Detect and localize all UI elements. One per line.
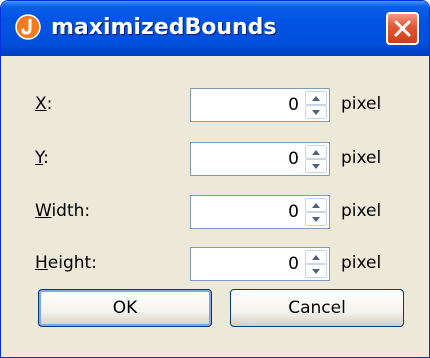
height-spin-up-button[interactable] xyxy=(305,250,327,264)
height-label-mnemonic: H xyxy=(35,253,48,273)
width-spin-up-button[interactable] xyxy=(305,198,327,212)
y-label-mnemonic: Y xyxy=(35,148,44,168)
spin-up-arrow-icon xyxy=(312,96,320,101)
x-spin-down-button[interactable] xyxy=(305,105,327,119)
close-button[interactable] xyxy=(386,12,419,45)
y-spin-down-button[interactable] xyxy=(305,159,327,173)
height-label-rest: eight: xyxy=(47,253,97,273)
spin-down-arrow-icon xyxy=(312,164,320,169)
spin-down-arrow-icon xyxy=(312,217,320,222)
y-label-rest: : xyxy=(43,148,49,168)
width-unit: pixel xyxy=(341,201,382,221)
y-unit: pixel xyxy=(341,148,382,168)
y-spinner[interactable]: 0 xyxy=(190,142,330,176)
width-spinner[interactable]: 0 xyxy=(190,195,330,229)
x-value[interactable]: 0 xyxy=(288,95,299,115)
y-value[interactable]: 0 xyxy=(288,149,299,169)
height-spin-down-button[interactable] xyxy=(305,264,327,278)
width-spin-down-button[interactable] xyxy=(305,212,327,226)
ok-button[interactable]: OK xyxy=(38,289,212,327)
x-label: X: xyxy=(35,94,52,114)
x-spinner[interactable]: 0 xyxy=(190,88,330,122)
dialog-window: maximizedBounds X: 0 pixel Y: 0 pixel Wi… xyxy=(0,0,430,358)
width-label-mnemonic: W xyxy=(35,201,52,221)
y-spin-up-button[interactable] xyxy=(305,145,327,159)
x-unit: pixel xyxy=(341,94,382,114)
spin-up-arrow-icon xyxy=(312,203,320,208)
height-value[interactable]: 0 xyxy=(288,254,299,274)
x-label-rest: : xyxy=(46,94,53,114)
spin-up-arrow-icon xyxy=(312,150,320,155)
x-label-mnemonic: X xyxy=(35,94,47,114)
cancel-button[interactable]: Cancel xyxy=(230,289,404,327)
height-spinner[interactable]: 0 xyxy=(190,247,330,281)
width-label: Width: xyxy=(35,201,90,221)
width-value[interactable]: 0 xyxy=(288,202,299,222)
width-label-rest: idth: xyxy=(51,201,91,221)
java-cup-icon xyxy=(15,14,41,40)
x-spin-up-button[interactable] xyxy=(305,91,327,105)
spin-down-arrow-icon xyxy=(312,269,320,274)
height-label: Height: xyxy=(35,253,97,273)
title-bar[interactable]: maximizedBounds xyxy=(1,1,429,56)
spin-down-arrow-icon xyxy=(312,110,320,115)
y-label: Y: xyxy=(35,148,49,168)
dialog-title: maximizedBounds xyxy=(51,15,277,40)
spin-up-arrow-icon xyxy=(312,255,320,260)
close-icon xyxy=(394,20,411,37)
height-unit: pixel xyxy=(341,253,382,273)
